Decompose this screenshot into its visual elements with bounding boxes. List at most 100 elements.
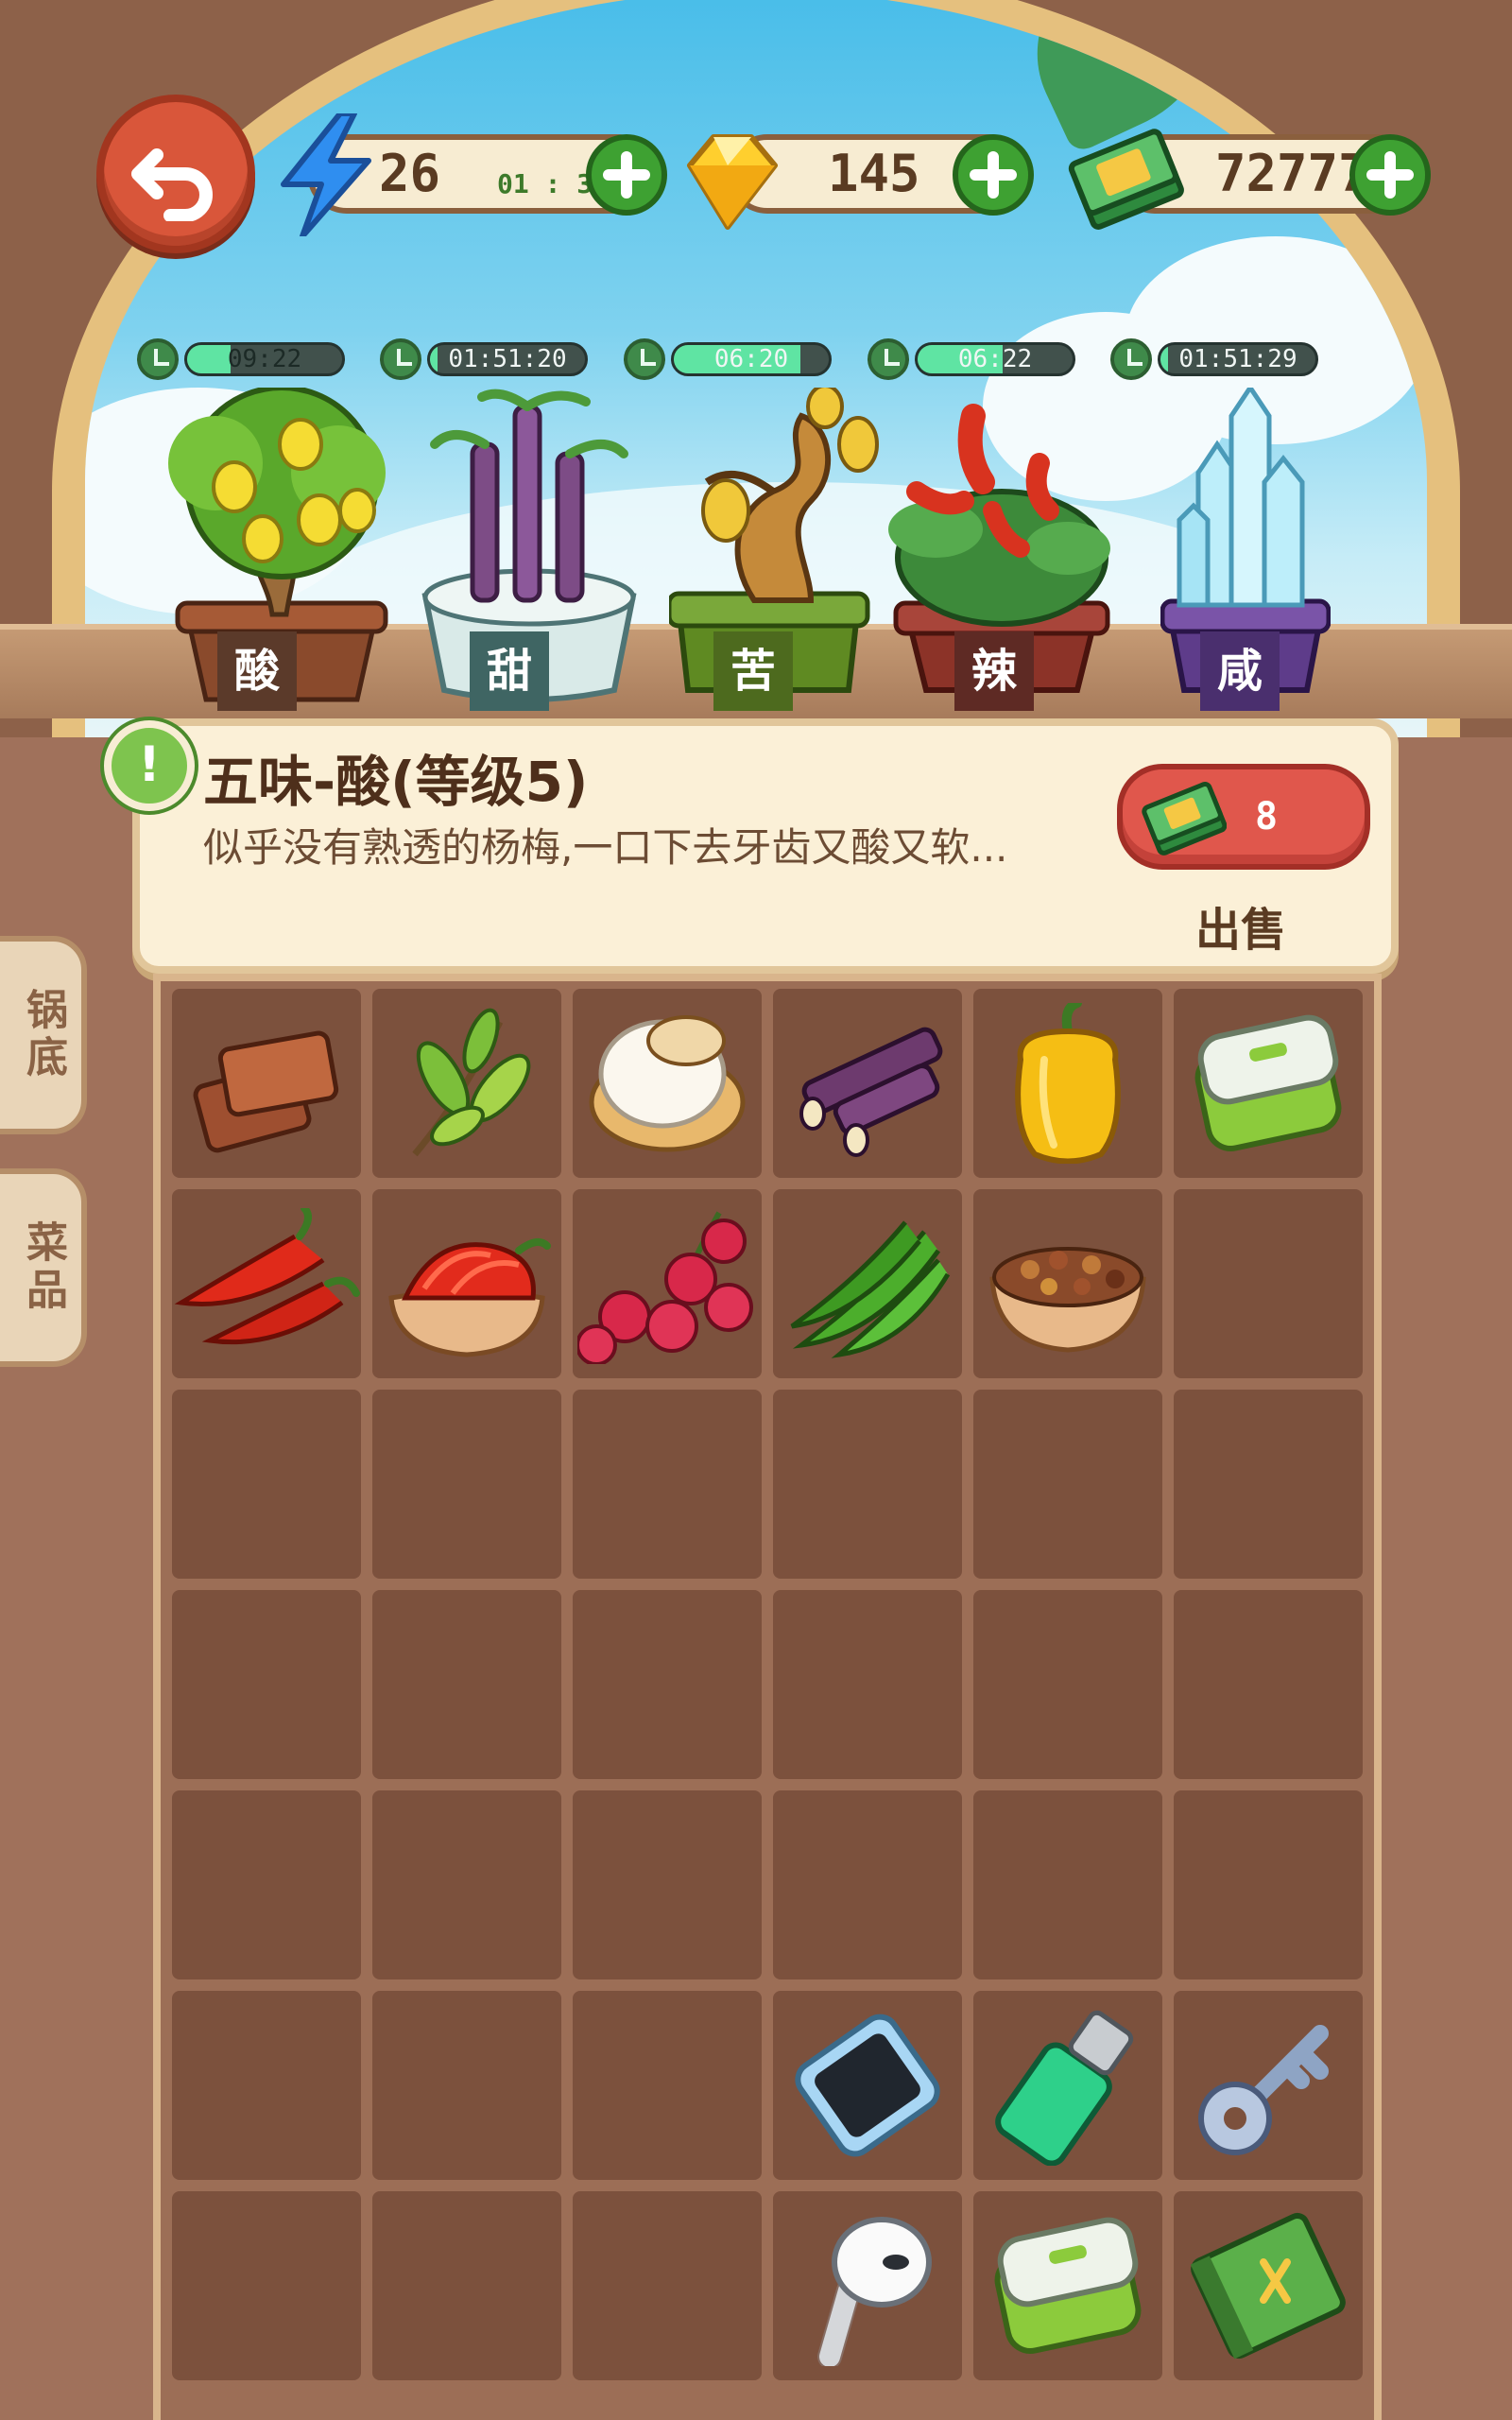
inventory-slot[interactable] (172, 1189, 361, 1378)
inventory-slot[interactable] (372, 1991, 561, 2180)
lunchbox-icon (1194, 1014, 1342, 1151)
plant-timer-bitter: 06:20 (624, 338, 832, 380)
sell-button[interactable]: 8 (1117, 764, 1370, 870)
cash-icon (1142, 781, 1227, 856)
item-title: 五味-酸(等级5) (203, 750, 589, 814)
cash-plus-button[interactable] (1349, 134, 1431, 216)
inventory-slot[interactable] (172, 1790, 361, 1979)
tab-dishes[interactable]: 菜品 (0, 1168, 87, 1367)
key-icon (1198, 2025, 1329, 2155)
inventory-slot[interactable] (372, 1390, 561, 1579)
inventory-slot[interactable] (973, 2191, 1162, 2380)
plus-icon (1366, 151, 1414, 199)
green-pepper-icon (790, 1220, 951, 1358)
inventory-slot[interactable] (172, 989, 361, 1178)
plant-label-salty: 咸 (1200, 631, 1280, 711)
inventory-slot[interactable] (1174, 1790, 1363, 1979)
inventory-slot[interactable] (1174, 1189, 1363, 1378)
plus-icon (970, 151, 1017, 199)
inventory-slot[interactable] (1174, 1390, 1363, 1579)
inventory-slot[interactable] (573, 1790, 762, 1979)
gem-icon (671, 123, 784, 236)
inventory-slot[interactable] (1174, 1590, 1363, 1779)
notebook-icon (1190, 2212, 1346, 2360)
inventory-grid (172, 989, 1363, 2380)
inventory-slot[interactable] (573, 989, 762, 1178)
inventory-slot[interactable] (172, 1991, 361, 2180)
clock-icon (1110, 338, 1152, 380)
exclamation-icon: ! (104, 720, 195, 811)
tab-soup-base-label: 锅底 (19, 988, 67, 1082)
spice-bowl-icon (989, 1247, 1146, 1353)
plant-label-sour: 酸 (217, 631, 297, 711)
inventory-slot[interactable] (573, 2191, 762, 2380)
tab-soup-base[interactable]: 锅底 (0, 936, 87, 1134)
inventory-slot[interactable] (973, 989, 1162, 1178)
inventory-slot[interactable] (1174, 2191, 1363, 2380)
bayberry-icon (577, 1211, 753, 1364)
sugarcane-icon (799, 1027, 943, 1157)
clock-icon (380, 338, 421, 380)
inventory-slot[interactable] (1174, 989, 1363, 1178)
inventory-slot[interactable] (372, 989, 561, 1178)
cream-puff-icon (589, 1015, 746, 1152)
inventory-slot[interactable] (372, 1189, 561, 1378)
clock-icon (868, 338, 909, 380)
gem-plus-button[interactable] (953, 134, 1034, 216)
inventory-slot[interactable] (1174, 1991, 1363, 2180)
gem-value: 145 (828, 144, 920, 203)
plant-timer-text: 01:51:29 (1178, 345, 1297, 373)
cash-stack-icon (1058, 113, 1191, 236)
inventory-slot[interactable] (372, 1590, 561, 1779)
inventory-slot[interactable] (172, 2191, 361, 2380)
inventory-slot[interactable] (973, 1390, 1162, 1579)
energy-plus-button[interactable] (586, 134, 667, 216)
inventory-slot[interactable] (773, 1991, 962, 2180)
chili-bowl-icon (388, 1238, 551, 1357)
clock-icon (624, 338, 665, 380)
inventory-slot[interactable] (372, 1790, 561, 1979)
item-description: 似乎没有熟透的杨梅,一口下去牙齿又酸又软... (203, 824, 1008, 871)
inventory-slot[interactable] (973, 1590, 1162, 1779)
lunchbox-icon (994, 2217, 1142, 2354)
clock-icon (137, 338, 179, 380)
tea-leaves-icon (412, 1008, 531, 1157)
inventory-slot[interactable] (172, 1590, 361, 1779)
energy-value: 26 (379, 144, 441, 203)
sell-price: 8 (1255, 795, 1279, 838)
earbud-icon (817, 2217, 932, 2366)
inventory-slot[interactable] (973, 1189, 1162, 1378)
yellow-pepper-icon (1015, 1003, 1121, 1164)
plant-timer-sweet: 01:51:20 (380, 338, 588, 380)
back-arrow-icon (131, 148, 213, 221)
cash-value: 72777 (1215, 144, 1369, 203)
inventory-slot[interactable] (573, 1390, 762, 1579)
tab-dishes-label: 菜品 (19, 1220, 67, 1315)
sell-label[interactable]: 出售 (1195, 892, 1286, 959)
plant-timer-text: 06:22 (957, 345, 1033, 373)
plant-timer-text: 09:22 (227, 345, 302, 373)
inventory-panel (153, 974, 1382, 2420)
back-button[interactable] (96, 95, 255, 253)
inventory-slot[interactable] (773, 1189, 962, 1378)
lightning-icon (274, 113, 378, 236)
inventory-slot[interactable] (573, 1991, 762, 2180)
inventory-slot[interactable] (973, 1991, 1162, 2180)
inventory-slot[interactable] (573, 1590, 762, 1779)
inventory-slot[interactable] (573, 1189, 762, 1378)
inventory-slot[interactable] (773, 1590, 962, 1779)
inventory-slot[interactable] (773, 2191, 962, 2380)
inventory-slot[interactable] (773, 1790, 962, 1979)
inventory-slot[interactable] (973, 1790, 1162, 1979)
plant-label-sweet: 甜 (470, 631, 549, 711)
phone-icon (795, 2014, 940, 2157)
inventory-slot[interactable] (172, 1390, 361, 1579)
inventory-slot[interactable] (773, 1390, 962, 1579)
plant-timer-text: 01:51:20 (448, 345, 567, 373)
lighter-icon (995, 2010, 1134, 2166)
inventory-slot[interactable] (372, 2191, 561, 2380)
inventory-slot[interactable] (773, 989, 962, 1178)
plant-timer-salty: 01:51:29 (1110, 338, 1318, 380)
red-chili-icon (174, 1208, 360, 1345)
plant-label-bitter: 苦 (713, 631, 793, 711)
